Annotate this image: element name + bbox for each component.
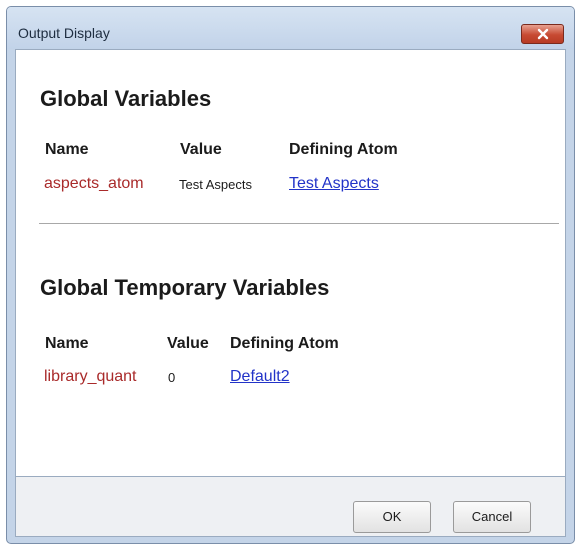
- temp-value-column-header: Value: [167, 335, 209, 352]
- variable-name: aspects_atom: [44, 175, 144, 192]
- title-bar[interactable]: Output Display: [7, 7, 574, 49]
- defining-atom-link[interactable]: Default2: [230, 368, 290, 386]
- cancel-button[interactable]: Cancel: [453, 501, 531, 533]
- global-variables-heading: Global Variables: [40, 86, 212, 111]
- close-button[interactable]: [521, 24, 564, 44]
- defining-atom-link[interactable]: Test Aspects: [289, 175, 379, 193]
- variable-value: 0: [168, 370, 176, 385]
- global-value-column-header: Value: [180, 141, 222, 158]
- variable-name: library_quant: [44, 368, 137, 385]
- button-bar: OK Cancel: [15, 477, 566, 537]
- section-divider: [39, 223, 559, 224]
- variable-value: Test Aspects: [179, 177, 252, 192]
- output-display-window: Output Display Global Variables Name Val…: [6, 6, 575, 544]
- temp-defining-atom-column-header: Defining Atom: [230, 335, 339, 352]
- window-title: Output Display: [18, 25, 110, 41]
- global-defining-atom-column-header: Defining Atom: [289, 141, 398, 158]
- temp-name-column-header: Name: [45, 335, 89, 352]
- global-temporary-variables-heading: Global Temporary Variables: [40, 275, 330, 300]
- ok-button[interactable]: OK: [353, 501, 431, 533]
- output-content: Global Variables Name Value Defining Ato…: [15, 49, 566, 477]
- close-icon: [537, 28, 549, 40]
- global-name-column-header: Name: [45, 141, 89, 158]
